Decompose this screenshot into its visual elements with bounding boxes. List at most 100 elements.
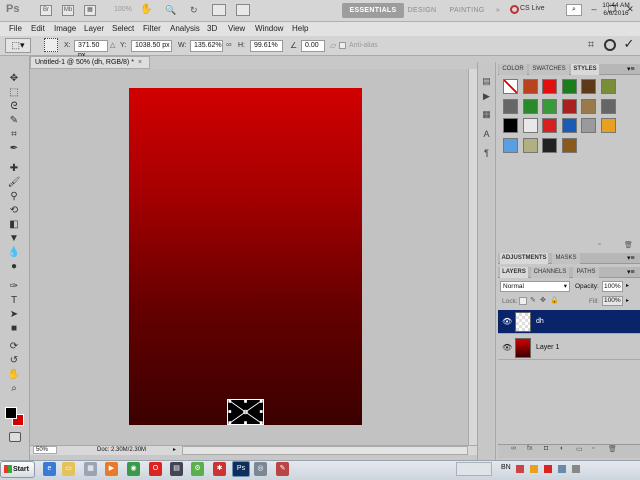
style-swatch[interactable] (581, 98, 596, 114)
style-swatch[interactable] (542, 118, 557, 133)
anti-alias-checkbox[interactable] (339, 42, 346, 49)
pen-tool-icon[interactable]: ✑ (6, 280, 22, 294)
menu-help[interactable]: Help (292, 24, 308, 33)
volume-icon[interactable] (572, 465, 580, 473)
actions-panel-icon[interactable]: ▶ (481, 91, 492, 102)
reference-point-icon[interactable] (44, 38, 58, 52)
tray-icon-2[interactable] (530, 465, 538, 473)
horizontal-scrollbar[interactable] (182, 446, 468, 455)
type-tool-icon[interactable]: T (6, 294, 22, 308)
tab-layers[interactable]: LAYERS (500, 267, 528, 278)
hand-icon[interactable]: ✋ (140, 4, 152, 16)
delete-layer-icon[interactable]: 🗑 (608, 445, 617, 453)
workspace-design[interactable]: DESIGN (406, 3, 438, 18)
bridge-icon[interactable]: Br (40, 5, 52, 16)
quick-selection-tool-icon[interactable]: ✎ (6, 114, 22, 128)
brush-tool-icon[interactable]: 🖌 (6, 176, 22, 190)
delete-style-icon[interactable]: 🗑 (624, 241, 633, 249)
taskbar-app-icon[interactable]: ▦ (84, 462, 97, 476)
opacity-field[interactable]: 100% (602, 281, 623, 292)
tab-styles[interactable]: STYLES (571, 64, 599, 75)
tab-color[interactable]: COLOR (499, 64, 527, 75)
zoom-tool-icon[interactable]: ⌕ (6, 382, 22, 396)
shape-tool-icon[interactable]: ■ (6, 322, 22, 336)
link-icon[interactable]: ∞ (226, 40, 234, 51)
foreground-color-swatch[interactable] (5, 407, 17, 419)
taskbar-ie-icon[interactable]: e (43, 462, 56, 476)
new-group-icon[interactable]: ▭ (576, 445, 583, 453)
style-swatch[interactable] (600, 79, 616, 94)
style-swatch[interactable] (542, 98, 557, 114)
taskbar-media-icon[interactable]: ▶ (105, 462, 118, 476)
arrange-documents-icon[interactable] (212, 4, 226, 16)
layer-row[interactable]: 👁 Layer 1 (498, 336, 640, 360)
taskbar-chrome-icon[interactable]: ◉ (127, 462, 140, 476)
zoom-level[interactable]: 100% (114, 6, 132, 13)
tool-preset-picker[interactable]: ⬚▾ (5, 38, 31, 53)
search-icon[interactable]: ⌕ (566, 4, 582, 16)
taskbar-tool-icon[interactable]: ⚙ (191, 462, 204, 476)
zoom-icon[interactable]: 🔍 (165, 4, 177, 16)
dodge-tool-icon[interactable]: ● (6, 260, 22, 274)
vertical-scrollbar[interactable] (468, 69, 477, 445)
y-position-field[interactable]: 1038.50 px (131, 40, 172, 52)
crop-tool-icon[interactable]: ⌗ (6, 128, 22, 142)
tab-paths[interactable]: PATHS (573, 267, 599, 278)
menu-edit[interactable]: Edit (31, 24, 45, 33)
layer-name[interactable]: Layer 1 (536, 344, 559, 351)
lock-pixels-icon[interactable]: ✎ (530, 296, 536, 304)
clone-stamp-tool-icon[interactable]: ⚲ (6, 190, 22, 204)
style-swatch[interactable] (600, 98, 616, 114)
lock-all-icon[interactable]: 🔒 (550, 296, 559, 304)
tab-channels[interactable]: CHANNELS (531, 267, 569, 278)
fill-field[interactable]: 100% (602, 296, 623, 306)
menu-analysis[interactable]: Analysis (170, 24, 200, 33)
taskbar-folder-icon[interactable]: ▭ (62, 462, 75, 476)
layer-style-icon[interactable]: fx (527, 445, 532, 452)
menu-3d[interactable]: 3D (207, 24, 217, 33)
3d-rotate-tool-icon[interactable]: ⟳ (6, 340, 22, 354)
style-swatch[interactable] (561, 118, 577, 133)
style-swatch[interactable] (561, 79, 577, 94)
tray-icon-1[interactable] (516, 465, 524, 473)
taskbar-opera-icon[interactable]: O (149, 462, 162, 476)
style-swatch[interactable] (503, 98, 518, 114)
paint-bucket-tool-icon[interactable]: ▼ (6, 232, 22, 246)
layer-visibility-icon[interactable]: 👁 (502, 317, 512, 327)
cancel-transform-icon[interactable] (604, 39, 616, 51)
add-mask-icon[interactable]: ◘ (544, 445, 548, 452)
tab-adjustments[interactable]: ADJUSTMENTS (500, 253, 548, 264)
path-selection-tool-icon[interactable]: ➤ (6, 308, 22, 322)
transform-bounding-box[interactable] (227, 399, 264, 425)
menu-window[interactable]: Window (255, 24, 283, 33)
style-swatch[interactable] (581, 118, 596, 133)
canvas-gradient[interactable] (129, 88, 362, 425)
style-swatch[interactable] (522, 98, 538, 114)
style-swatch[interactable] (522, 118, 538, 133)
hand-tool-icon[interactable]: ✋ (6, 368, 22, 382)
style-swatch[interactable] (503, 137, 518, 153)
taskbar-app3-icon[interactable]: ◎ (254, 462, 267, 476)
history-panel-icon[interactable]: ▤ (481, 76, 492, 87)
taskbar-photoshop-icon[interactable]: Ps (232, 461, 250, 477)
workspace-more[interactable]: » (494, 3, 502, 18)
style-swatch[interactable] (503, 79, 518, 94)
layer-visibility-icon[interactable]: 👁 (502, 343, 512, 353)
language-indicator[interactable]: BN (501, 464, 511, 471)
style-swatch[interactable] (503, 118, 518, 133)
rotation-field[interactable]: 0.00 (301, 40, 325, 52)
x-position-field[interactable]: 371.50 px (74, 40, 108, 59)
start-button[interactable]: Start (0, 461, 35, 478)
screen-mode-icon[interactable] (236, 4, 250, 16)
link-layers-icon[interactable]: ∞ (511, 445, 516, 452)
width-field[interactable]: 135.62% (190, 40, 223, 52)
style-swatch[interactable] (522, 79, 538, 94)
tab-masks[interactable]: MASKS (552, 253, 580, 264)
style-swatch[interactable] (542, 137, 557, 153)
style-swatch[interactable] (561, 137, 577, 153)
adjustments-menu-icon[interactable]: ▾≡ (627, 254, 635, 262)
menu-file[interactable]: File (9, 24, 22, 33)
character-panel-icon[interactable]: A (481, 129, 492, 140)
workspace-essentials[interactable]: ESSENTIALS (342, 3, 404, 18)
tray-icon-4[interactable] (558, 465, 566, 473)
